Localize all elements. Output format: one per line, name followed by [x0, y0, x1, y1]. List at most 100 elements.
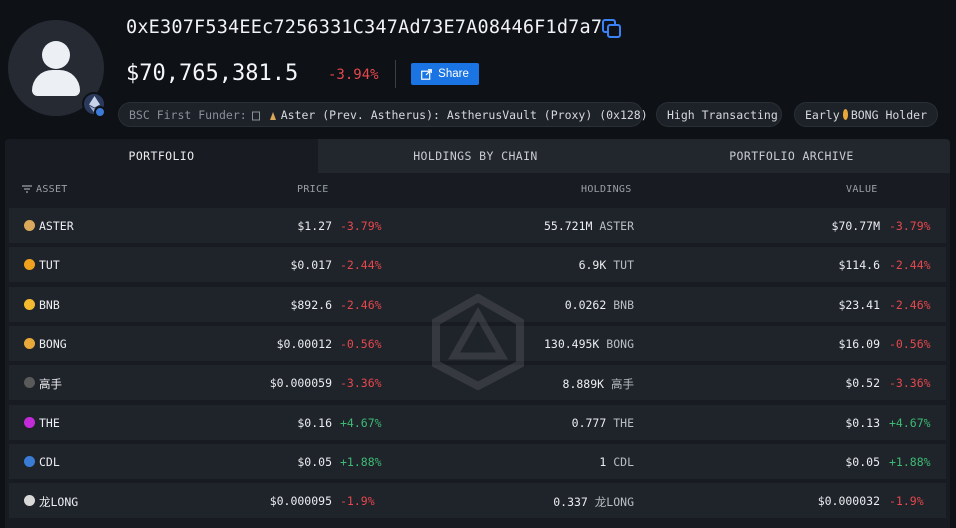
price-change: -3.36% [340, 376, 382, 391]
column-holdings[interactable]: HOLDINGS [581, 184, 632, 195]
token-icon [24, 298, 35, 310]
asset-name[interactable]: 高手 [39, 376, 62, 392]
value-amount: $0.52 [845, 376, 880, 391]
holdings-cell: 6.9K TUT [579, 258, 634, 272]
price-change: -2.44% [340, 258, 382, 273]
holdings-amount: 0.337 [553, 495, 588, 510]
value-change: -2.44% [889, 258, 931, 273]
holdings-amount: 1 [599, 454, 607, 469]
funder-label: BSC First Funder: [129, 107, 247, 122]
high-transacting-tag[interactable]: High Transacting [656, 102, 782, 127]
value-amount: $114.6 [838, 258, 880, 273]
table-header: ASSET PRICE HOLDINGS VALUE [5, 173, 950, 205]
profile-header: 0xE307F534EEc7256331C347Ad73E7A08446F1d7… [0, 0, 956, 138]
token-icon [24, 337, 35, 349]
value-change: -2.46% [889, 297, 931, 312]
asset-name[interactable]: BNB [39, 298, 60, 312]
asset-name[interactable]: THE [39, 416, 60, 430]
portfolio-panel: PORTFOLIO HOLDINGS BY CHAIN PORTFOLIO AR… [5, 139, 950, 528]
price-change: -0.56% [340, 336, 382, 351]
table-row[interactable]: TUT $0.017 -2.44% 6.9K TUT $114.6 -2.44% [9, 247, 946, 283]
funder-value: Aster (Prev. Astherus): AstherusVault (P… [280, 107, 648, 122]
price-change: -2.46% [340, 297, 382, 312]
wallet-address: 0xE307F534EEc7256331C347Ad73E7A08446F1d7… [126, 17, 603, 38]
token-icon [24, 220, 35, 231]
holdings-unit: 高手 [611, 377, 634, 392]
value-amount: $70.77M [831, 219, 880, 233]
share-icon [421, 68, 433, 80]
tab-portfolio-archive[interactable]: PORTFOLIO ARCHIVE [633, 139, 950, 173]
holdings-amount: 55.721M [543, 219, 593, 233]
price-value: $0.05 [297, 454, 332, 469]
price-change: -3.79% [340, 219, 382, 233]
holdings-amount: 0.0262 [564, 297, 607, 312]
chain-sub-icon [94, 106, 106, 118]
table-row[interactable]: 龙LONG $0.000095 -1.9% 0.337 龙LONG $0.000032-… [9, 483, 946, 519]
aster-icon [269, 110, 277, 120]
column-value[interactable]: VALUE [846, 184, 878, 195]
asset-name[interactable]: CDL [39, 455, 60, 469]
token-icon [24, 416, 35, 428]
value-change: -1.9% [889, 494, 924, 509]
early-label: Early [805, 107, 840, 122]
table-row[interactable]: CDL $0.05 +1.88% 1 CDL $0.05 +1.88% [9, 443, 946, 479]
token-icon [24, 455, 35, 467]
holdings-unit: TUT [613, 258, 634, 273]
price-change: +4.67% [340, 415, 382, 430]
holdings-unit: 龙LONG [594, 495, 634, 510]
holdings-amount: 8.889K [562, 377, 605, 392]
value-change: -3.79% [889, 219, 931, 233]
value-amount: $23.41 [838, 297, 880, 312]
column-asset[interactable]: ASSET [36, 184, 68, 195]
price-value: $0.017 [290, 258, 332, 273]
value-amount: $16.09 [838, 336, 880, 351]
value-change: -0.56% [889, 336, 931, 351]
tab-holdings-by-chain[interactable]: HOLDINGS BY CHAIN [318, 139, 633, 173]
holdings-amount: 6.9K [578, 258, 607, 273]
value-change: -3.36% [889, 376, 931, 391]
bong-holder-label: BONG Holder [850, 107, 927, 122]
token-icon [24, 259, 35, 271]
copy-icon[interactable] [601, 18, 623, 40]
sort-icon[interactable] [22, 185, 32, 193]
asset-name[interactable]: TUT [39, 258, 60, 272]
divider [395, 60, 396, 88]
share-label: Share [438, 68, 469, 80]
value-amount: $0.05 [845, 454, 880, 469]
price-value: $0.000059 [269, 376, 332, 391]
price-value: $0.000095 [269, 494, 332, 509]
value-amount: $0.13 [845, 415, 880, 430]
tab-bar: PORTFOLIO HOLDINGS BY CHAIN PORTFOLIO AR… [5, 139, 950, 173]
holdings-cell: 0.337 龙LONG [553, 494, 634, 510]
price-change: +1.88% [340, 454, 382, 469]
token-icon [24, 377, 35, 389]
value-amount: $0.000032 [817, 494, 880, 509]
column-price[interactable]: PRICE [297, 184, 329, 195]
holdings-amount: 0.777 [571, 415, 607, 430]
first-funder-tag[interactable]: BSC First Funder: Aster (Prev. Astherus)… [118, 102, 648, 127]
holdings-amount: 130.495K [543, 336, 600, 351]
holdings-cell: 130.495K BONG [544, 337, 634, 351]
contract-icon [251, 110, 261, 120]
bong-icon [842, 109, 848, 120]
price-change: -1.9% [340, 494, 375, 509]
price-value: $1.27 [297, 219, 332, 233]
price-value: $0.00012 [276, 336, 332, 351]
table-row[interactable]: THE $0.16 +4.67% 0.777 THE $0.13 +4.67% [9, 404, 946, 440]
holdings-cell: 1 CDL [599, 455, 634, 469]
price-value: $0.16 [297, 415, 332, 430]
tab-portfolio[interactable]: PORTFOLIO [5, 139, 318, 173]
value-change: +4.67% [889, 415, 931, 430]
portfolio-balance: $70,765,381.5 [126, 61, 299, 86]
balance-change: -3.94% [328, 67, 379, 83]
early-bong-holder-tag[interactable]: Early BONG Holder [794, 102, 938, 127]
table-row[interactable]: ASTER $1.27 -3.79% 55.721M ASTER $70.77M -3.7… [9, 208, 946, 243]
holdings-unit: BNB [613, 297, 634, 312]
holdings-cell: 0.777 THE [572, 416, 634, 430]
asset-name[interactable]: BONG [39, 337, 67, 351]
share-button[interactable]: Share [411, 63, 479, 85]
holdings-unit: ASTER [599, 219, 634, 233]
value-change: +1.88% [889, 454, 931, 469]
asset-name[interactable]: ASTER [39, 219, 74, 233]
asset-name[interactable]: 龙LONG [39, 494, 78, 510]
